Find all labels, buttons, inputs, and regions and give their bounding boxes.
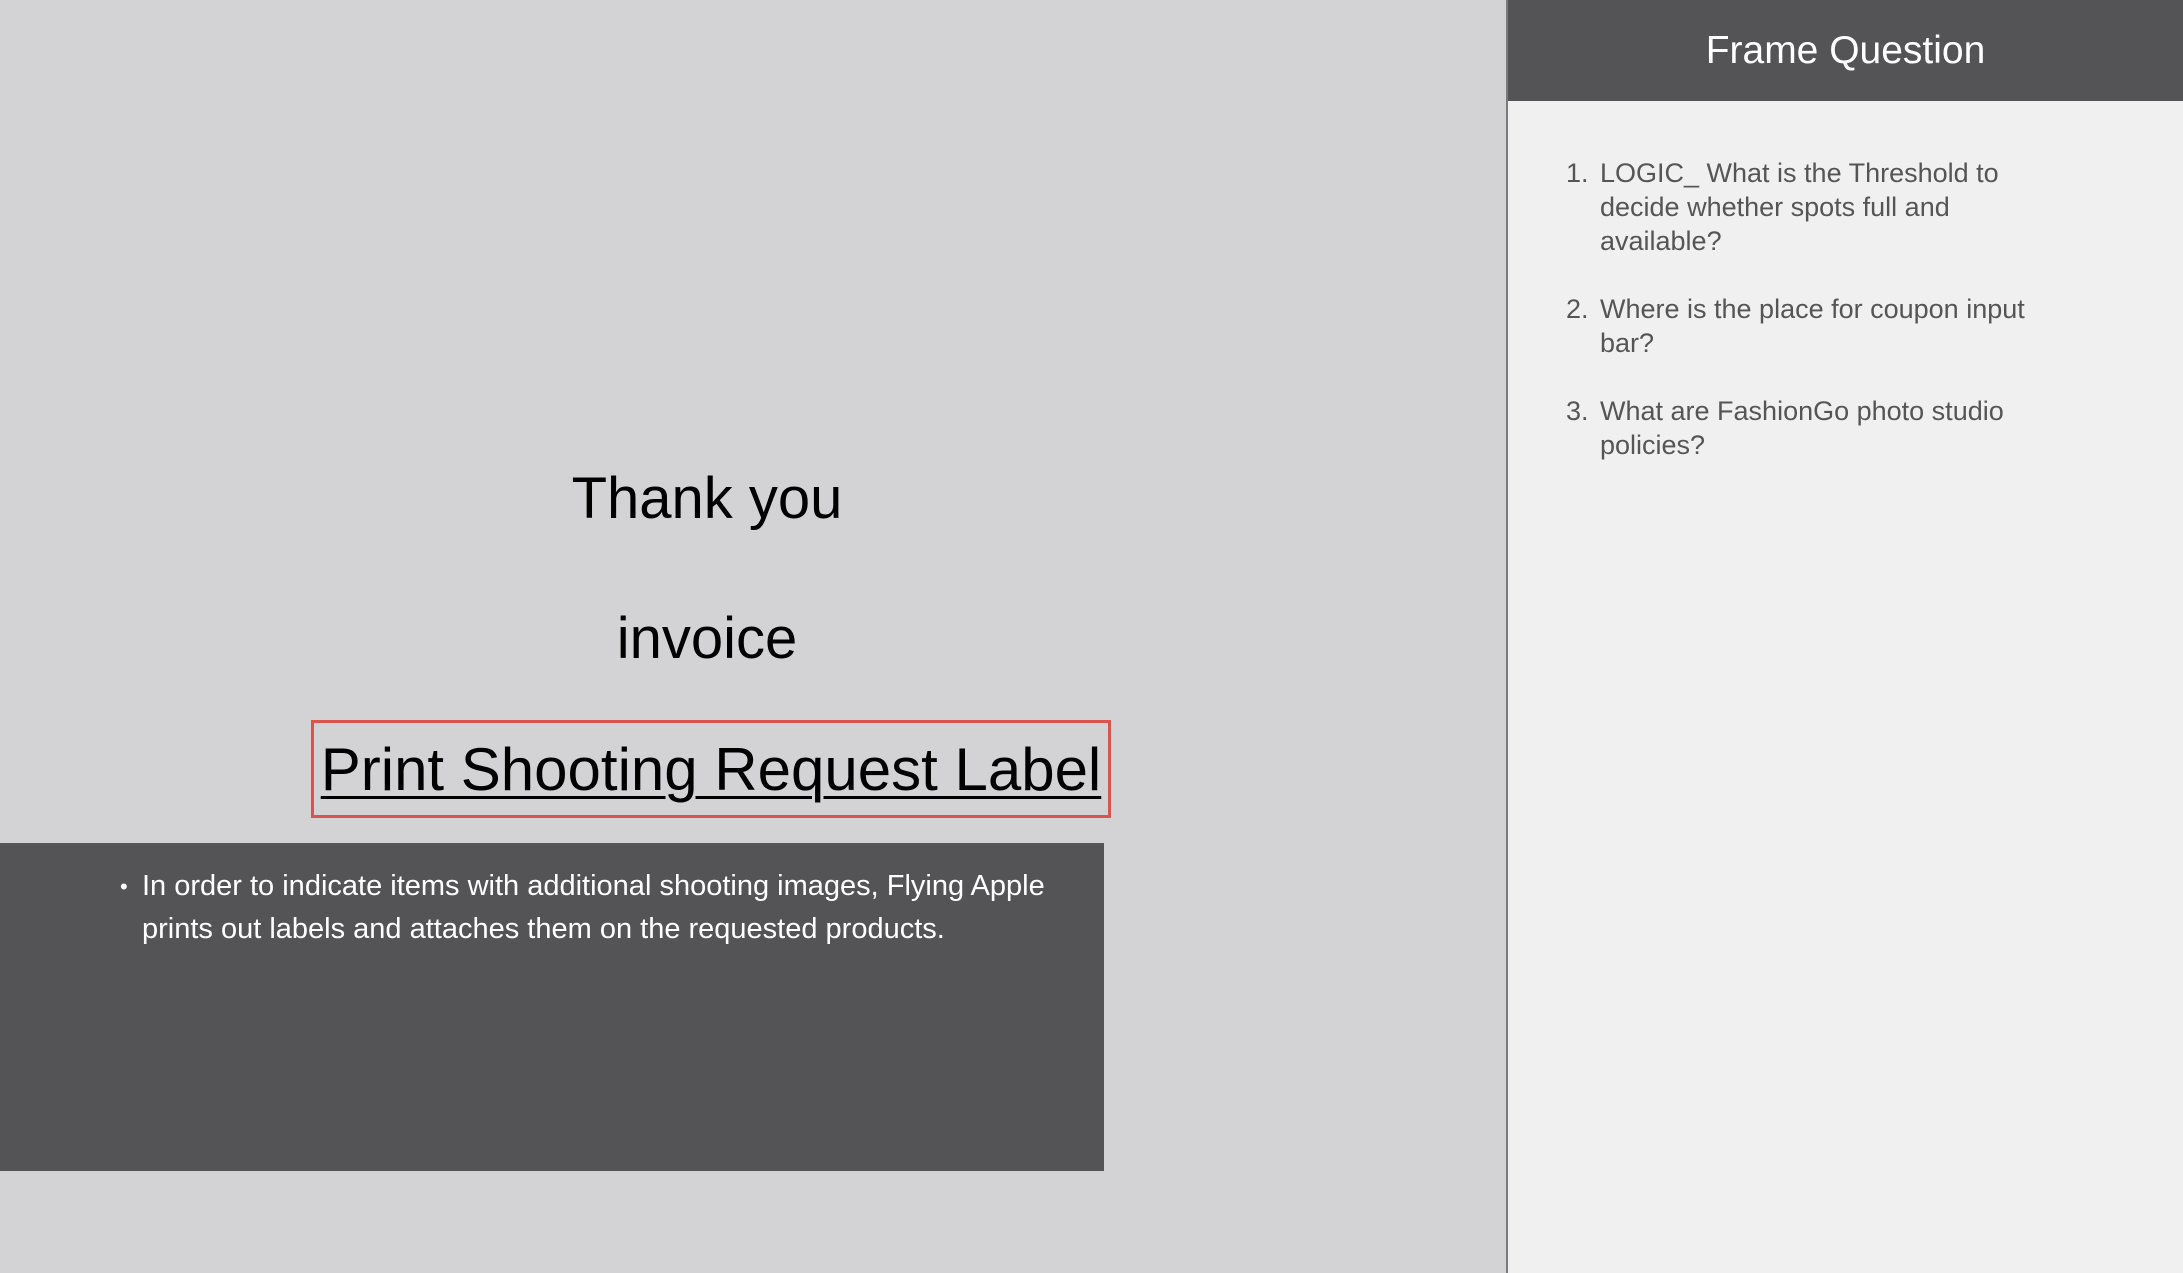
- wireframe-canvas: Thank you invoice Print Shooting Request…: [0, 0, 1506, 1273]
- highlight-frame: Print Shooting Request Label: [311, 720, 1111, 818]
- annotation-note-list: In order to indicate items with addition…: [120, 865, 1104, 951]
- print-shooting-request-label-link[interactable]: Print Shooting Request Label: [321, 735, 1102, 804]
- annotation-note-panel: In order to indicate items with addition…: [0, 843, 1104, 1171]
- question-list: LOGIC_ What is the Threshold to decide w…: [1508, 101, 2183, 462]
- thank-you-heading: Thank you: [571, 466, 843, 531]
- annotation-note-item: In order to indicate items with addition…: [120, 865, 1084, 951]
- frame-question-title: Frame Question: [1508, 0, 2183, 101]
- question-item: What are FashionGo photo studio policies…: [1596, 394, 2063, 462]
- question-item: LOGIC_ What is the Threshold to decide w…: [1596, 156, 2063, 258]
- question-item: Where is the place for coupon input bar?: [1596, 292, 2063, 360]
- frame-question-panel: Frame Question LOGIC_ What is the Thresh…: [1508, 0, 2183, 1273]
- invoice-heading: invoice: [616, 606, 798, 671]
